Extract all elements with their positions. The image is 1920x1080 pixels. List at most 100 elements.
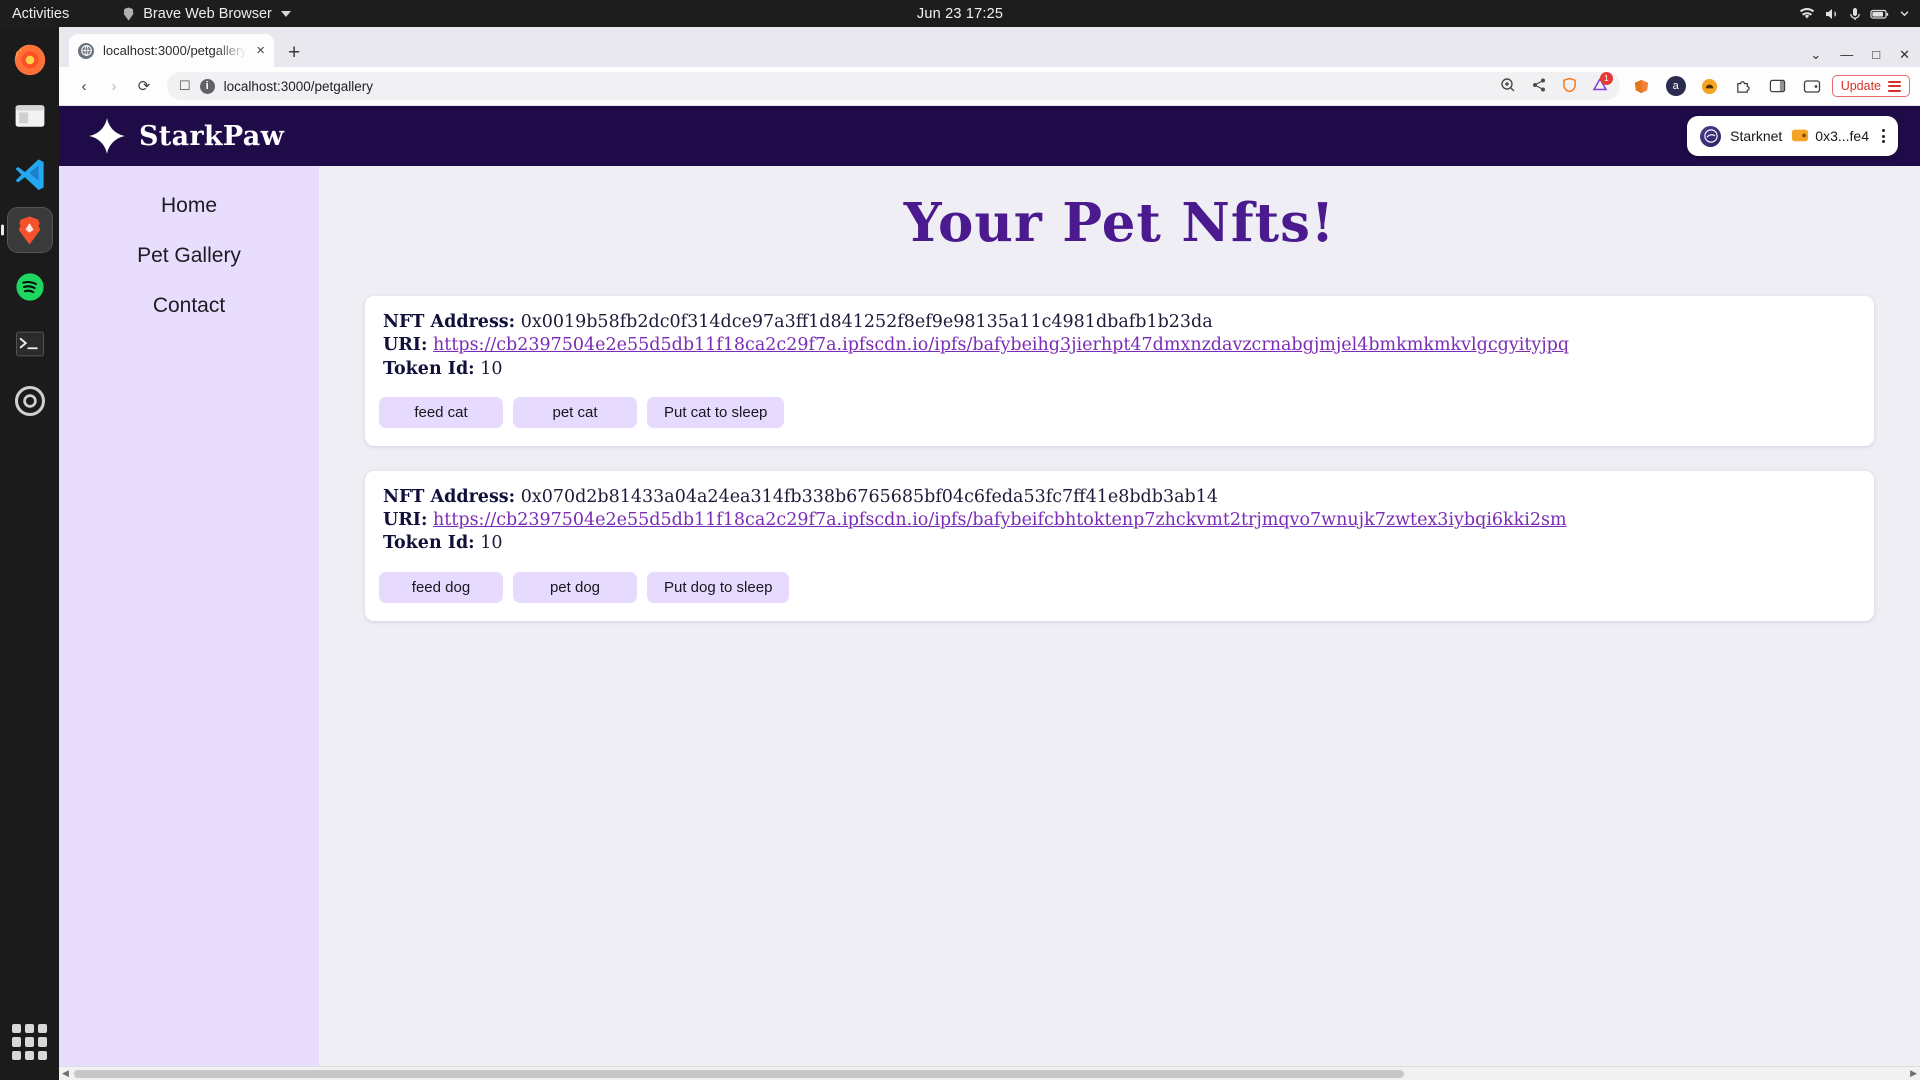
settings-gear-icon — [14, 385, 45, 417]
globe-icon — [78, 42, 94, 59]
wallet-icon[interactable] — [1802, 76, 1822, 96]
bookmark-icon[interactable]: ☐ — [179, 78, 191, 94]
token-id-value: 10 — [480, 533, 503, 554]
vscode-icon — [15, 159, 44, 190]
feed-button[interactable]: feed cat — [379, 396, 503, 428]
dock-item-settings[interactable] — [8, 379, 52, 423]
wallet-avatar-icon — [1791, 126, 1809, 147]
scrollbar-track[interactable] — [72, 1067, 1907, 1080]
wallet-address[interactable]: 0x3...fe4 — [1791, 126, 1869, 147]
site-logo[interactable]: StarkPaw — [87, 116, 284, 156]
nft-uri-line: URI: https://cb2397504e2e55d5db11f18ca2c… — [365, 334, 1874, 357]
puzzle-extensions-icon[interactable] — [1734, 76, 1754, 96]
braavos-icon[interactable] — [1700, 76, 1720, 96]
sleep-button[interactable]: Put cat to sleep — [647, 396, 785, 428]
close-window-button[interactable]: ✕ — [1899, 48, 1910, 61]
grid-dot — [11, 1050, 21, 1060]
scrollbar-thumb[interactable] — [73, 1069, 1404, 1078]
starknet-icon — [1700, 125, 1722, 147]
wifi-icon — [1799, 7, 1815, 18]
nft-uri-label: URI: — [383, 510, 428, 531]
nft-actions: feed dog pet dog Put dog to sleep — [365, 571, 1874, 603]
wallet-network-label: Starknet — [1730, 128, 1783, 144]
window-controls: ⌄ — □ ✕ — [1810, 48, 1910, 61]
battery-icon — [1870, 9, 1889, 19]
token-id-value: 10 — [480, 358, 503, 379]
feed-button[interactable]: feed dog — [379, 571, 503, 603]
pet-button[interactable]: pet dog — [513, 571, 637, 603]
scroll-left-icon[interactable]: ◀ — [59, 1068, 72, 1079]
browser-tab[interactable]: localhost:3000/petgallery × — [69, 34, 274, 67]
nft-card: NFT Address: 0x0019b58fb2dc0f314dce97a3f… — [365, 296, 1874, 446]
grid-dot — [11, 1037, 21, 1047]
nft-uri-link[interactable]: https://cb2397504e2e55d5db11f18ca2c29f7a… — [433, 335, 1569, 355]
brave-browser-window: localhost:3000/petgallery × + ⌄ — □ ✕ ‹ … — [59, 27, 1920, 1080]
pet-button[interactable]: pet cat — [513, 396, 637, 428]
nft-token-id-line: Token Id: 10 — [365, 532, 1874, 555]
terminal-icon — [15, 331, 44, 357]
address-bar-actions: 1 — [1500, 71, 1613, 96]
files-icon — [15, 105, 44, 127]
horizontal-scrollbar[interactable]: ◀ ▶ — [59, 1066, 1920, 1080]
browser-toolbar: ‹ › ⟳ ☐ i localhost:3000/petgallery 1 a … — [59, 67, 1920, 106]
nft-uri-label: URI: — [383, 335, 428, 356]
clock[interactable]: Jun 23 17:25 — [0, 6, 1920, 22]
sidebar-item-contact[interactable]: Contact — [143, 288, 235, 324]
brave-rewards-icon[interactable]: 1 — [1592, 71, 1613, 96]
share-icon[interactable] — [1531, 77, 1547, 96]
spotify-icon — [15, 273, 44, 301]
argent-icon[interactable]: a — [1665, 76, 1686, 96]
sleep-button[interactable]: Put dog to sleep — [647, 571, 790, 603]
wallet-address-text: 0x3...fe4 — [1815, 128, 1869, 144]
rewards-badge: 1 — [1599, 71, 1613, 85]
nft-uri-line: URI: https://cb2397504e2e55d5db11f18ca2c… — [365, 509, 1874, 532]
nft-address-value: 0x070d2b81433a04a24ea314fb338b6765685bf0… — [520, 486, 1218, 507]
update-label: Update — [1840, 79, 1881, 93]
wallet-connector[interactable]: Starknet 0x3...fe4 — [1687, 116, 1898, 156]
url-text: localhost:3000/petgallery — [223, 78, 374, 94]
nft-address-label: NFT Address: — [383, 312, 516, 332]
volume-icon — [1826, 8, 1837, 19]
dock-item-terminal[interactable] — [8, 322, 52, 366]
sidebar-item-pet-gallery[interactable]: Pet Gallery — [127, 238, 251, 274]
forward-button[interactable]: › — [99, 71, 129, 101]
web-page: StarkPaw Starknet 0x3...fe4 Home Pet Gal… — [59, 106, 1920, 1080]
tab-strip: localhost:3000/petgallery × + ⌄ — □ ✕ — [59, 27, 1920, 67]
tab-title: localhost:3000/petgallery — [103, 43, 247, 58]
scroll-right-icon[interactable]: ▶ — [1907, 1068, 1920, 1079]
zoom-icon[interactable] — [1500, 77, 1516, 96]
dock-item-brave[interactable] — [6, 207, 53, 253]
new-tab-button[interactable]: + — [288, 42, 300, 63]
minimize-button[interactable]: — — [1840, 48, 1853, 61]
dock-item-vscode[interactable] — [8, 151, 52, 195]
token-id-label: Token Id: — [383, 358, 475, 379]
tab-search-icon[interactable]: ⌄ — [1810, 48, 1821, 61]
kebab-menu-icon[interactable] — [1882, 129, 1885, 143]
grid-dot — [38, 1050, 48, 1060]
back-button[interactable]: ‹ — [69, 71, 99, 101]
nft-uri-link[interactable]: https://cb2397504e2e55d5db11f18ca2c29f7a… — [433, 510, 1567, 530]
grid-dot — [38, 1024, 48, 1034]
system-tray[interactable] — [1799, 7, 1910, 21]
hamburger-menu-icon[interactable] — [1888, 80, 1901, 92]
sidebar-item-home[interactable]: Home — [151, 188, 227, 224]
dock-item-files[interactable] — [8, 94, 52, 138]
info-icon[interactable]: i — [199, 78, 215, 94]
show-applications-button[interactable] — [11, 1024, 48, 1060]
brave-icon — [18, 215, 41, 245]
nft-card-list: NFT Address: 0x0019b58fb2dc0f314dce97a3f… — [365, 296, 1874, 621]
sidebar-toggle-icon[interactable] — [1768, 76, 1788, 96]
tab-close-icon[interactable]: × — [256, 43, 265, 58]
reload-button[interactable]: ⟳ — [129, 71, 159, 101]
address-bar[interactable]: ☐ i localhost:3000/petgallery 1 — [167, 71, 1620, 100]
brave-shields-icon[interactable] — [1562, 77, 1577, 96]
maximize-button[interactable]: □ — [1872, 48, 1880, 61]
dock-item-firefox[interactable] — [8, 37, 52, 81]
update-button[interactable]: Update — [1831, 75, 1910, 97]
metamask-icon[interactable] — [1632, 76, 1652, 96]
nft-address-value: 0x0019b58fb2dc0f314dce97a3ff1d841252f8ef… — [520, 312, 1213, 332]
dock-item-spotify[interactable] — [8, 265, 52, 309]
nft-token-id-line: Token Id: 10 — [365, 358, 1874, 381]
main-content: Your Pet Nfts! NFT Address: 0x0019b58fb2… — [319, 166, 1920, 1080]
extensions-row: a — [1632, 76, 1822, 96]
